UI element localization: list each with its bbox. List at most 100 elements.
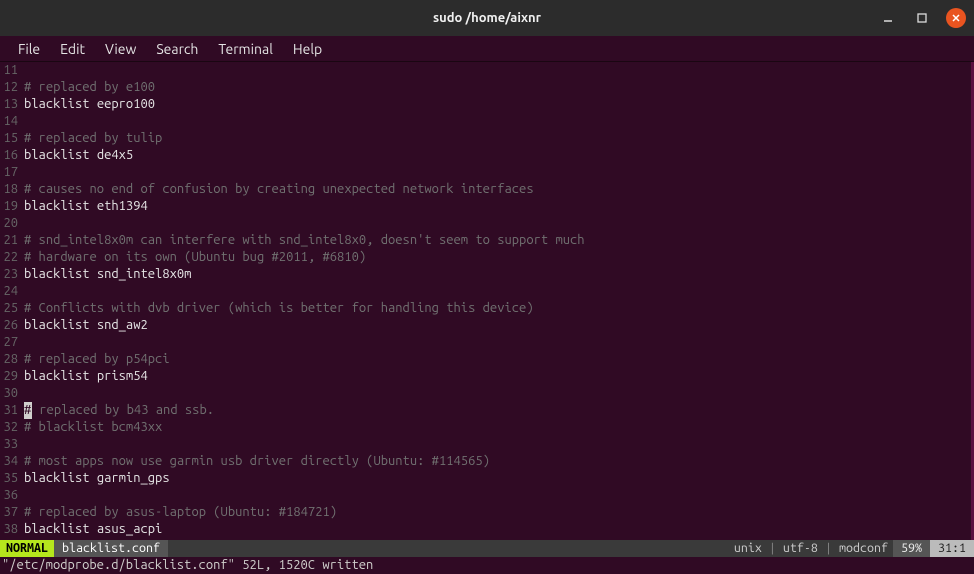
code-content — [24, 113, 971, 130]
line-number: 26 — [0, 317, 24, 334]
code-content: # blacklist bcm43xx — [24, 419, 971, 436]
line-number: 12 — [0, 79, 24, 96]
code-content: blacklist snd_intel8x0m — [24, 266, 971, 283]
menu-view[interactable]: View — [95, 38, 146, 60]
code-content: blacklist prism54 — [24, 368, 971, 385]
maximize-button[interactable] — [912, 8, 932, 28]
code-line: 37# replaced by asus-laptop (Ubuntu: #18… — [0, 504, 971, 521]
code-content — [24, 385, 971, 402]
menu-search[interactable]: Search — [146, 38, 208, 60]
line-number: 11 — [0, 62, 24, 79]
line-number: 18 — [0, 181, 24, 198]
line-number: 37 — [0, 504, 24, 521]
line-number: 38 — [0, 521, 24, 538]
titlebar: sudo /home/aixnr — [0, 0, 974, 36]
line-number: 13 — [0, 96, 24, 113]
percent-segment: 59% — [893, 540, 930, 557]
code-line: 12# replaced by e100 — [0, 79, 971, 96]
code-line: 36 — [0, 487, 971, 504]
code-content: # replaced by b43 and ssb. — [24, 402, 971, 419]
minimize-button[interactable] — [878, 8, 898, 28]
filetype-segment: modconf — [834, 540, 893, 557]
code-line: 22# hardware on its own (Ubuntu bug #201… — [0, 249, 971, 266]
code-content: blacklist garmin_gps — [24, 470, 971, 487]
line-number: 33 — [0, 436, 24, 453]
line-number: 16 — [0, 147, 24, 164]
code-line: 25# Conflicts with dvb driver (which is … — [0, 300, 971, 317]
code-line: 24 — [0, 283, 971, 300]
code-content: # causes no end of confusion by creating… — [24, 181, 971, 198]
close-icon — [950, 12, 962, 24]
line-number: 25 — [0, 300, 24, 317]
code-content — [24, 62, 971, 79]
minimize-icon — [882, 12, 894, 24]
filename-segment: blacklist.conf — [54, 540, 168, 557]
menu-edit[interactable]: Edit — [50, 38, 95, 60]
code-line: 29blacklist prism54 — [0, 368, 971, 385]
menu-help[interactable]: Help — [283, 38, 332, 60]
code-line: 15# replaced by tulip — [0, 130, 971, 147]
encoding-segment: utf-8 — [778, 540, 823, 557]
line-number: 28 — [0, 351, 24, 368]
menu-file[interactable]: File — [8, 38, 50, 60]
line-number: 14 — [0, 113, 24, 130]
code-line: 31# replaced by b43 and ssb. — [0, 402, 971, 419]
code-content: # replaced by p54pci — [24, 351, 971, 368]
code-content — [24, 487, 971, 504]
position-segment: 31:1 — [930, 540, 974, 557]
code-line: 14 — [0, 113, 971, 130]
cursor: # — [24, 402, 32, 419]
code-content — [24, 283, 971, 300]
line-number: 23 — [0, 266, 24, 283]
code-content: blacklist eth1394 — [24, 198, 971, 215]
editor-area[interactable]: 1112# replaced by e10013blacklist eepro1… — [0, 62, 974, 540]
line-number: 27 — [0, 334, 24, 351]
code-content: blacklist eepro100 — [24, 96, 971, 113]
close-button[interactable] — [946, 8, 966, 28]
mode-indicator: NORMAL — [0, 540, 54, 557]
code-content: # replaced by tulip — [24, 130, 971, 147]
code-line: 28# replaced by p54pci — [0, 351, 971, 368]
line-number: 24 — [0, 283, 24, 300]
code-content: # replaced by e100 — [24, 79, 971, 96]
line-number: 22 — [0, 249, 24, 266]
code-line: 35blacklist garmin_gps — [0, 470, 971, 487]
line-number: 35 — [0, 470, 24, 487]
code-content — [24, 164, 971, 181]
line-number: 17 — [0, 164, 24, 181]
code-content: # most apps now use garmin usb driver di… — [24, 453, 971, 470]
code-content — [24, 215, 971, 232]
status-right: unix | utf-8 | modconf 59% 31:1 — [729, 540, 974, 557]
line-number: 19 — [0, 198, 24, 215]
code-line: 33 — [0, 436, 971, 453]
code-content: blacklist de4x5 — [24, 147, 971, 164]
code-content: # Conflicts with dvb driver (which is be… — [24, 300, 971, 317]
line-number: 29 — [0, 368, 24, 385]
line-number: 34 — [0, 453, 24, 470]
code-line: 20 — [0, 215, 971, 232]
line-number: 31 — [0, 402, 24, 419]
window-controls — [878, 8, 966, 28]
statusline: NORMAL blacklist.conf unix | utf-8 | mod… — [0, 540, 974, 557]
code-line: 16blacklist de4x5 — [0, 147, 971, 164]
code-content: # hardware on its own (Ubuntu bug #2011,… — [24, 249, 971, 266]
menu-terminal[interactable]: Terminal — [208, 38, 283, 60]
line-number: 15 — [0, 130, 24, 147]
code-line: 11 — [0, 62, 971, 79]
line-number: 36 — [0, 487, 24, 504]
code-line: 23blacklist snd_intel8x0m — [0, 266, 971, 283]
fileformat-segment: unix — [729, 540, 767, 557]
code-line: 26blacklist snd_aw2 — [0, 317, 971, 334]
code-line: 27 — [0, 334, 971, 351]
code-content: # replaced by asus-laptop (Ubuntu: #1847… — [24, 504, 971, 521]
line-number: 32 — [0, 419, 24, 436]
separator: | — [823, 540, 834, 557]
code-content: blacklist snd_aw2 — [24, 317, 971, 334]
code-content — [24, 334, 971, 351]
code-line: 13blacklist eepro100 — [0, 96, 971, 113]
separator: | — [767, 540, 778, 557]
code-line: 38blacklist asus_acpi — [0, 521, 971, 538]
window-title: sudo /home/aixnr — [433, 11, 541, 25]
line-number: 20 — [0, 215, 24, 232]
maximize-icon — [916, 12, 928, 24]
